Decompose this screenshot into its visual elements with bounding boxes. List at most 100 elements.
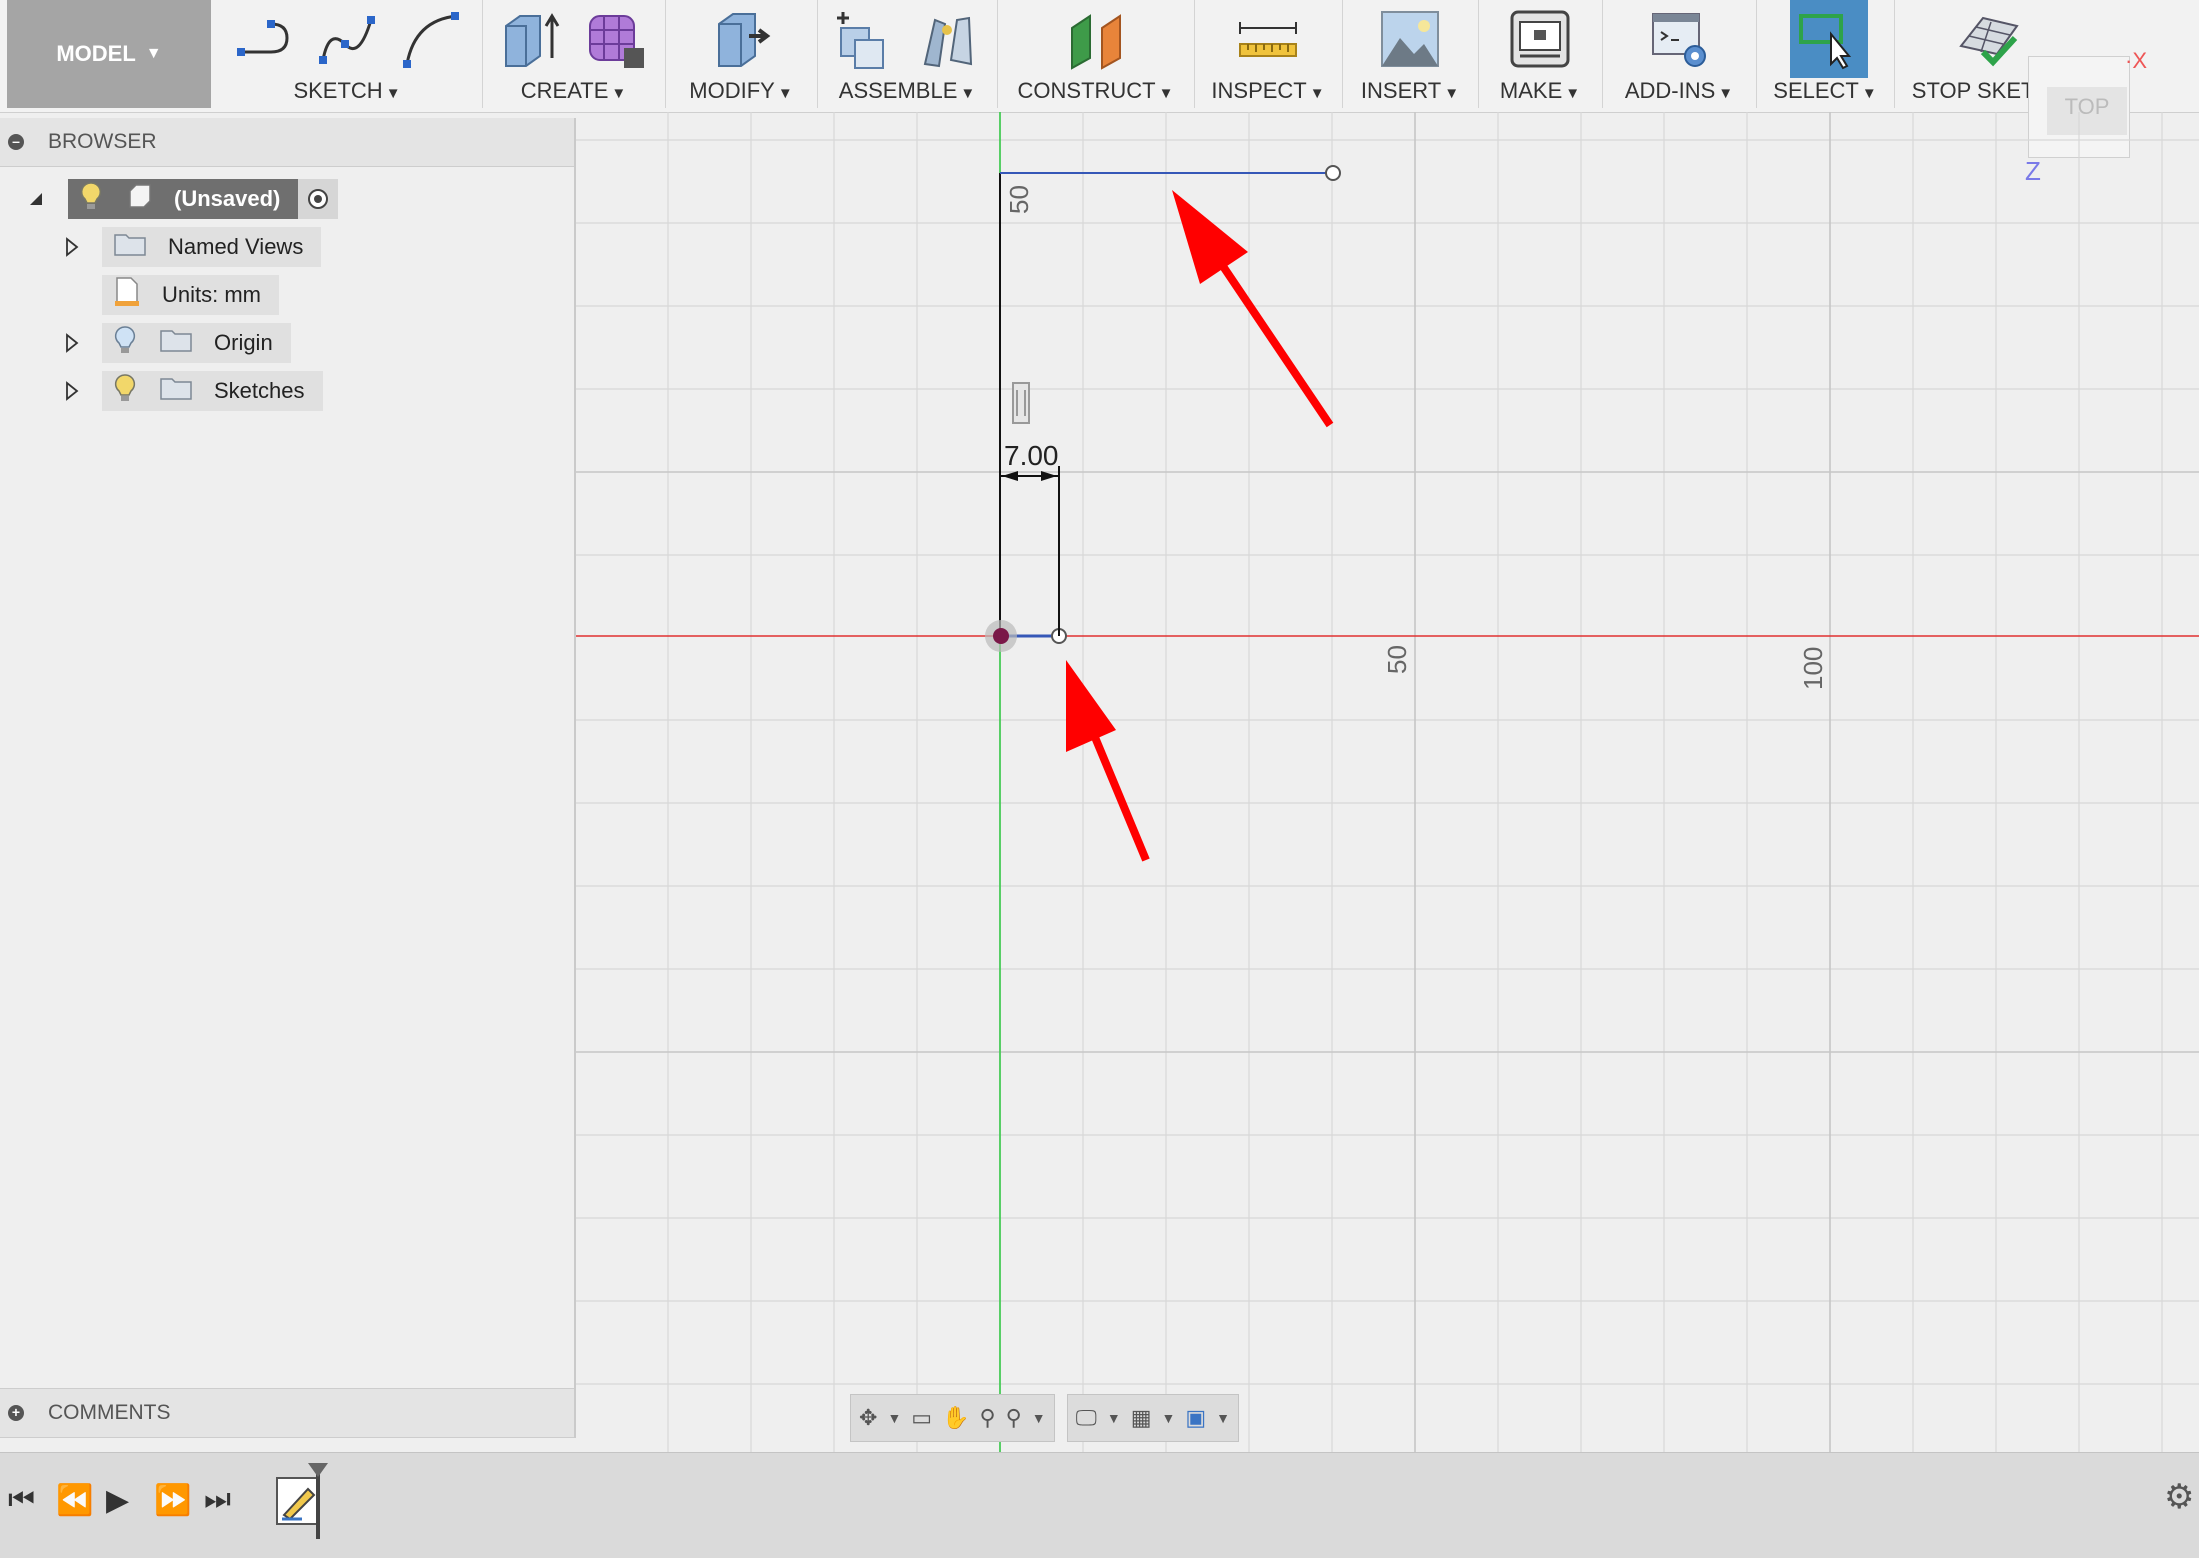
insert-menu-label[interactable]: INSERT (1361, 78, 1441, 103)
display-settings-icon[interactable]: 🖵 (1076, 1405, 1097, 1431)
select-cursor-icon[interactable] (1793, 8, 1857, 70)
modify-group[interactable]: MODIFY ▼ (665, 0, 818, 108)
zoom-window-icon[interactable]: ⚲ (1006, 1405, 1022, 1431)
sketch-endpoint-top[interactable] (1325, 165, 1341, 181)
tree-item-origin[interactable]: Origin (64, 323, 291, 363)
tree-root[interactable]: (Unsaved) (28, 179, 339, 219)
collapsed-triangle-icon[interactable] (64, 381, 80, 401)
chevron-down-icon[interactable]: ▼ (1107, 1410, 1121, 1426)
chevron-down-icon[interactable]: ▼ (1161, 1410, 1175, 1426)
timeline: ⏮ ⏪ ▶ ⏩ ⏭ ⚙ (0, 1452, 2199, 1558)
chevron-down-icon: ▼ (385, 85, 401, 102)
ruler-label-vertical-50: 50 (1004, 185, 1034, 214)
expand-icon[interactable]: + (8, 1405, 24, 1421)
grid-settings-icon[interactable]: ▦ (1131, 1405, 1152, 1431)
origin-node[interactable]: Origin (102, 323, 291, 363)
collapsed-triangle-icon[interactable] (64, 237, 80, 257)
chevron-down-icon: ▼ (1158, 85, 1174, 102)
orbit-icon[interactable]: ✥ (859, 1405, 877, 1431)
origin-point[interactable] (993, 628, 1009, 644)
inspect-menu-label[interactable]: INSPECT (1211, 78, 1306, 103)
arc-tool-icon[interactable] (399, 8, 463, 70)
sketch-viewport[interactable]: 50 50 100 7.00 (576, 112, 2199, 1452)
line-tool-icon[interactable] (231, 8, 295, 70)
gear-icon[interactable]: ⚙ (2164, 1477, 2194, 1517)
zoom-icon[interactable]: ⚲ (980, 1405, 996, 1431)
construct-group[interactable]: CONSTRUCT ▼ (997, 0, 1195, 108)
addins-group[interactable]: ADD-INS ▼ (1602, 0, 1757, 108)
sketch-canvas[interactable]: 50 50 100 7.00 ✥ ▼ ▭ ✋ ⚲ ⚲ ▼ 🖵 ▼ ▦ ▼ ▣ ▼ (576, 112, 2199, 1452)
chevron-down-icon: ▼ (777, 85, 793, 102)
scripts-icon[interactable] (1647, 8, 1711, 70)
spline-tool-icon[interactable] (315, 8, 379, 70)
sketch-menu-label[interactable]: SKETCH (293, 78, 382, 103)
browser-header[interactable]: – BROWSER (0, 118, 574, 167)
joint-icon[interactable] (917, 8, 981, 70)
play-icon[interactable]: ▶ (106, 1483, 129, 1518)
comments-title: COMMENTS (48, 1401, 171, 1424)
collapse-icon[interactable]: – (8, 134, 24, 150)
make-group[interactable]: MAKE ▼ (1478, 0, 1603, 108)
construct-menu-label[interactable]: CONSTRUCT (1018, 78, 1156, 103)
collapsed-triangle-icon[interactable] (64, 333, 80, 353)
tree-item-units[interactable]: Units: mm (102, 275, 279, 315)
pan-hand-icon[interactable]: ✋ (942, 1405, 969, 1431)
new-component-icon[interactable] (833, 8, 897, 70)
go-to-start-icon[interactable]: ⏮ (8, 1483, 35, 1517)
chevron-down-icon[interactable]: ▼ (1216, 1410, 1230, 1426)
select-group[interactable]: SELECT ▼ (1756, 0, 1895, 108)
inspect-group[interactable]: INSPECT ▼ (1194, 0, 1343, 108)
extrude-icon[interactable] (500, 8, 564, 70)
lightbulb-icon[interactable] (80, 181, 102, 217)
display-tools: 🖵 ▼ ▦ ▼ ▣ ▼ (1066, 1394, 1239, 1442)
folder-icon (160, 328, 192, 358)
tree-item-named-views[interactable]: Named Views (64, 227, 322, 267)
insert-group[interactable]: INSERT ▼ (1342, 0, 1479, 108)
assemble-menu-label[interactable]: ASSEMBLE (839, 78, 958, 103)
3d-print-icon[interactable] (1508, 8, 1572, 70)
ruler-label-horizontal-50: 50 (1382, 645, 1412, 674)
offset-plane-icon[interactable] (1064, 8, 1128, 70)
step-forward-icon[interactable]: ⏩ (154, 1483, 191, 1518)
sketches-node[interactable]: Sketches (102, 371, 323, 411)
modify-menu-label[interactable]: MODIFY (689, 78, 775, 103)
tree-root-node[interactable]: (Unsaved) (68, 179, 299, 219)
addins-menu-label[interactable]: ADD-INS (1625, 78, 1715, 103)
comments-header[interactable]: + COMMENTS (0, 1388, 574, 1438)
stop-sketch-icon[interactable] (1957, 8, 2021, 70)
assemble-group[interactable]: ASSEMBLE ▼ (817, 0, 998, 108)
look-at-icon[interactable]: ▭ (911, 1405, 932, 1431)
timeline-sketch-feature[interactable] (276, 1477, 320, 1525)
component-icon (126, 183, 152, 215)
timeline-marker-handle[interactable] (308, 1463, 328, 1477)
insert-image-icon[interactable] (1378, 8, 1442, 70)
make-menu-label[interactable]: MAKE (1500, 78, 1562, 103)
go-to-end-icon[interactable]: ⏭ (204, 1483, 231, 1517)
create-group[interactable]: CREATE ▼ (482, 0, 666, 108)
dimension-value[interactable]: 7.00 (1004, 440, 1059, 471)
chevron-down-icon[interactable]: ▼ (887, 1410, 901, 1426)
viewports-icon[interactable]: ▣ (1185, 1405, 1206, 1431)
chevron-down-icon: ▼ (1565, 85, 1581, 102)
expanded-triangle-icon[interactable] (28, 191, 44, 207)
chevron-down-icon[interactable]: ▼ (1032, 1410, 1046, 1426)
lightbulb-icon[interactable] (114, 373, 136, 409)
press-pull-icon[interactable] (709, 8, 773, 70)
step-back-icon[interactable]: ⏪ (56, 1483, 93, 1518)
x-axis-label: ·X (2125, 48, 2148, 73)
sketch-group[interactable]: SKETCH ▼ (212, 0, 483, 108)
chevron-down-icon: ▼ (1444, 85, 1460, 102)
workspace-switcher[interactable]: MODEL ▼ (7, 0, 211, 108)
named-views-node[interactable]: Named Views (102, 227, 322, 267)
select-menu-label[interactable]: SELECT (1773, 78, 1859, 103)
ruler-label-horizontal-100: 100 (1798, 647, 1828, 690)
lightbulb-off-icon[interactable] (114, 325, 136, 361)
measure-icon[interactable] (1236, 8, 1300, 70)
units-node[interactable]: Units: mm (102, 275, 279, 315)
tree-item-sketches[interactable]: Sketches (64, 371, 323, 411)
form-icon[interactable] (584, 8, 648, 70)
activate-radio-icon[interactable] (298, 179, 339, 219)
parallel-constraint-icon[interactable] (1012, 382, 1030, 424)
create-menu-label[interactable]: CREATE (521, 78, 609, 103)
folder-icon (114, 232, 146, 262)
